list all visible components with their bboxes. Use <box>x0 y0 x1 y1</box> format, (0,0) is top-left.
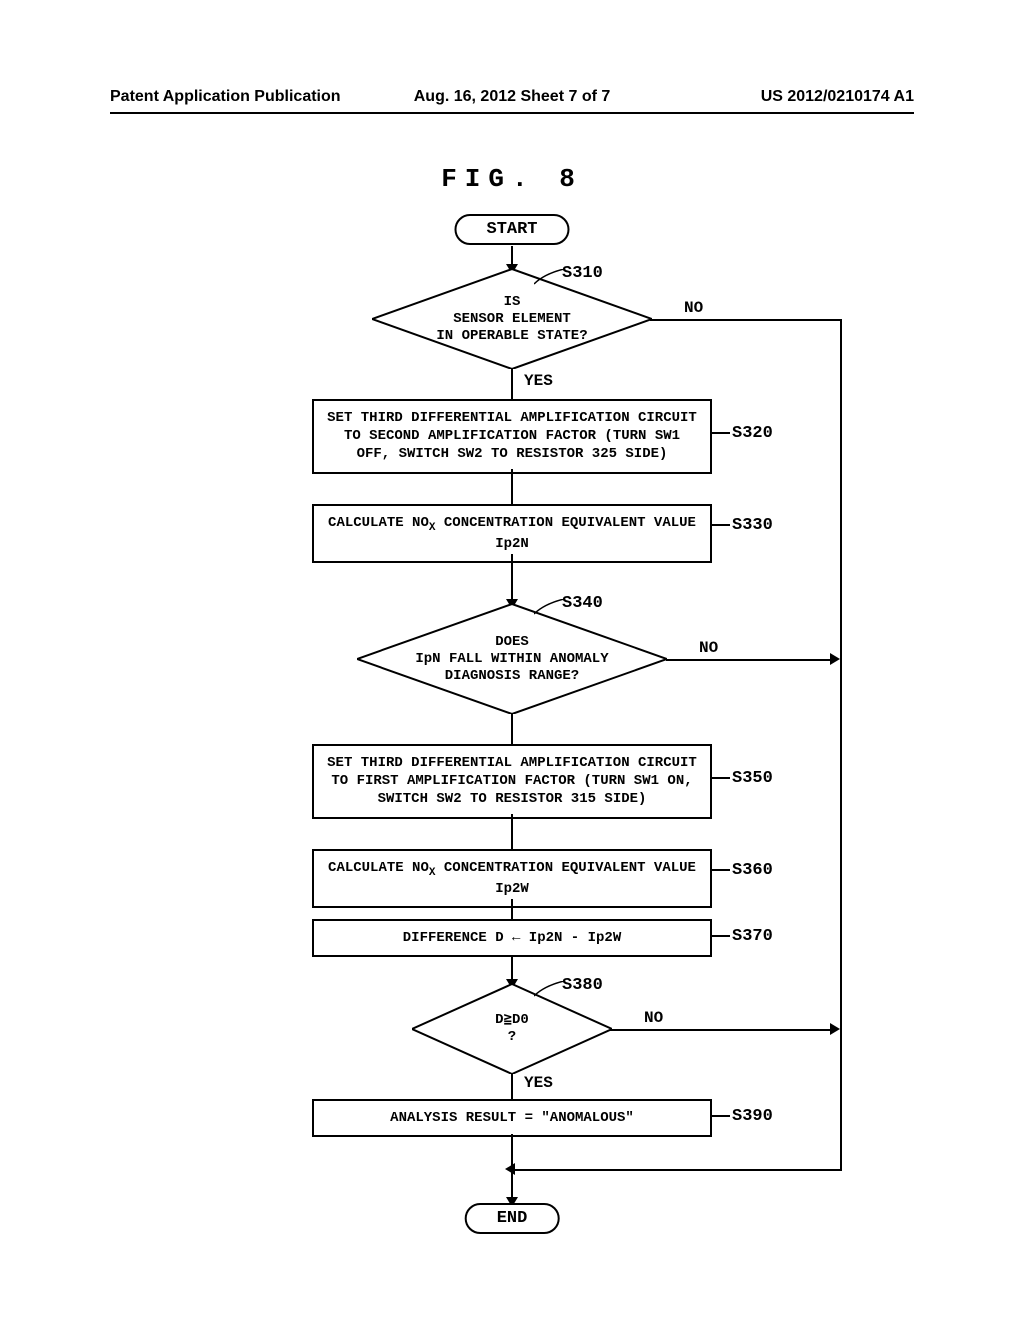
connector <box>511 714 513 746</box>
s310-yes: YES <box>522 372 555 390</box>
leader <box>712 935 730 937</box>
process-s320: SET THIRD DIFFERENTIAL AMPLIFICATION CIR… <box>312 399 712 474</box>
decision-s310: IS SENSOR ELEMENT IN OPERABLE STATE? <box>372 269 652 369</box>
leader <box>712 1115 730 1117</box>
s380-no: NO <box>642 1009 665 1027</box>
s340-text-1: DOES <box>495 634 529 650</box>
connector <box>650 319 842 321</box>
header-separator <box>110 112 914 114</box>
connector <box>610 1029 830 1031</box>
arrow-icon <box>830 653 840 665</box>
decision-s340: DOES IpN FALL WITHIN ANOMALY DIAGNOSIS R… <box>357 604 667 714</box>
header-center: Aug. 16, 2012 Sheet 7 of 7 <box>378 88 646 106</box>
s330-text-2: Ip2N <box>495 536 529 552</box>
connector <box>511 469 513 506</box>
header-left: Patent Application Publication <box>110 88 378 106</box>
leader <box>712 524 730 526</box>
s360-text-1b: CONCENTRATION EQUIVALENT VALUE <box>435 860 695 876</box>
s330-text-1a: CALCULATE NO <box>328 515 429 531</box>
connector <box>511 554 513 604</box>
process-s370: DIFFERENCE D ← Ip2N - Ip2W <box>312 919 712 957</box>
s390-label: S390 <box>732 1107 773 1126</box>
leader-icon <box>534 599 564 619</box>
s360-text-2: Ip2W <box>495 881 529 897</box>
s310-text-2: SENSOR ELEMENT <box>453 311 571 327</box>
s330-text-1b: CONCENTRATION EQUIVALENT VALUE <box>435 515 695 531</box>
s380-label: S380 <box>562 976 603 995</box>
flowchart: START IS SENSOR ELEMENT IN OPERABLE STAT… <box>182 214 842 1234</box>
s360-label: S360 <box>732 861 773 880</box>
start-terminator: START <box>454 214 569 245</box>
page-header: Patent Application Publication Aug. 16, … <box>0 0 1024 106</box>
end-terminator: END <box>465 1203 560 1234</box>
connector <box>511 1074 513 1101</box>
header-right: US 2012/0210174 A1 <box>646 88 914 106</box>
no-path-connector <box>840 319 842 1169</box>
s340-no: NO <box>697 639 720 657</box>
figure-title: FIG. 8 <box>0 164 1024 194</box>
connector <box>512 1169 842 1171</box>
s380-text-2: ? <box>508 1029 516 1045</box>
s330-label: S330 <box>732 516 773 535</box>
s380-yes: YES <box>522 1074 555 1092</box>
s310-no: NO <box>682 299 705 317</box>
s320-label: S320 <box>732 424 773 443</box>
leader-icon <box>534 981 564 1001</box>
process-s390: ANALYSIS RESULT = "ANOMALOUS" <box>312 1099 712 1137</box>
process-s350: SET THIRD DIFFERENTIAL AMPLIFICATION CIR… <box>312 744 712 819</box>
s340-label: S340 <box>562 594 603 613</box>
arrow-icon <box>505 1163 515 1175</box>
s310-text-3: IN OPERABLE STATE? <box>436 327 587 343</box>
s380-text-1: D≧D0 <box>495 1012 529 1028</box>
s340-text-3: DIAGNOSIS RANGE? <box>445 667 579 683</box>
leader <box>712 777 730 779</box>
s340-text-2: IpN FALL WITHIN ANOMALY <box>415 651 608 667</box>
arrow-icon <box>830 1023 840 1035</box>
s350-label: S350 <box>732 769 773 788</box>
s310-text-1: IS <box>504 294 521 310</box>
connector <box>511 899 513 921</box>
leader <box>712 869 730 871</box>
s360-text-1a: CALCULATE NO <box>328 860 429 876</box>
leader-icon <box>534 269 564 289</box>
connector <box>666 659 831 661</box>
leader <box>712 432 730 434</box>
s310-label: S310 <box>562 264 603 283</box>
s370-label: S370 <box>732 927 773 946</box>
connector <box>511 814 513 851</box>
connector <box>511 369 513 401</box>
decision-s380: D≧D0 ? <box>412 984 612 1074</box>
